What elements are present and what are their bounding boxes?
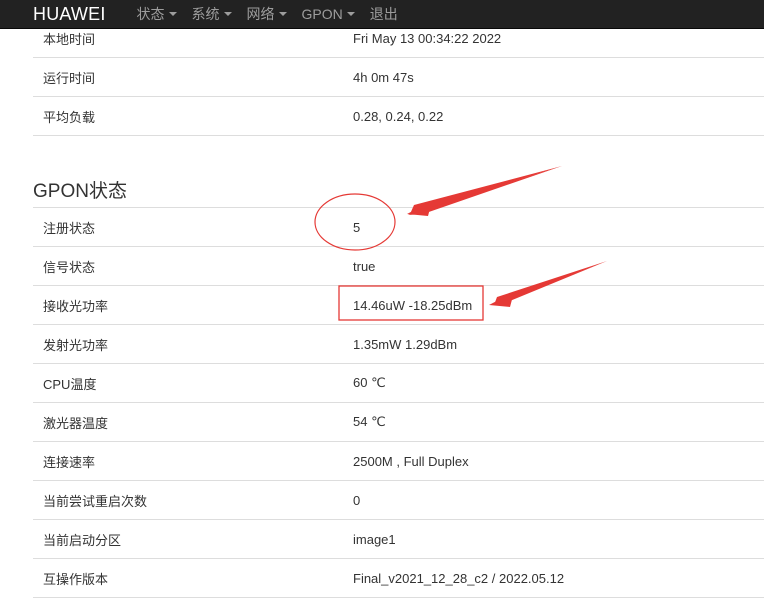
- row-value: 54 ℃: [353, 414, 386, 429]
- row-label: 当前启动分区: [43, 532, 122, 548]
- row-label: 激光器温度: [43, 415, 109, 431]
- gpon-section-title: GPON状态: [33, 181, 127, 202]
- row-label: 连接速率: [43, 454, 96, 470]
- table-row: 当前尝试重启次数 0: [33, 481, 764, 520]
- row-label: 当前尝试重启次数: [43, 493, 148, 509]
- row-label: 本地时间: [43, 31, 96, 47]
- caret-down-icon: [278, 12, 287, 16]
- caret-down-icon: [223, 12, 232, 16]
- nav-item-label: 状态: [136, 6, 165, 22]
- page: HUAWEI 状态 系统 网络 GPON 退出 本地时间 Fri May 13 …: [0, 0, 764, 599]
- row-value: 14.46uW -18.25dBm: [353, 297, 473, 313]
- table-row: 运行时间 4h 0m 47s: [33, 58, 764, 97]
- nav-item-label: 网络: [246, 6, 275, 22]
- row-label: 发射光功率: [43, 337, 109, 353]
- row-value: 60 ℃: [353, 375, 386, 390]
- brand-logo[interactable]: HUAWEI: [33, 4, 106, 25]
- table-row: 平均负载 0.28, 0.24, 0.22: [33, 97, 764, 136]
- row-label: 互操作版本: [43, 571, 109, 587]
- table-row: 信号状态 true: [33, 247, 764, 286]
- row-value: Fri May 13 00:34:22 2022: [353, 30, 502, 46]
- nav-item-system[interactable]: 系统: [192, 4, 232, 24]
- row-label: 注册状态: [43, 220, 96, 236]
- row-value: true: [353, 258, 376, 274]
- row-label: 信号状态: [43, 259, 96, 275]
- nav-item-status[interactable]: 状态: [137, 4, 177, 24]
- row-value: 0.28, 0.24, 0.22: [353, 108, 444, 124]
- table-row: 当前启动分区 image1: [33, 520, 764, 559]
- row-value: 1.35mW 1.29dBm: [353, 336, 458, 352]
- table-row: 注册状态 5: [33, 207, 764, 247]
- table-row: 接收光功率 14.46uW -18.25dBm: [33, 286, 764, 325]
- row-label: 平均负载: [43, 109, 96, 125]
- table-row: CPU温度 60 ℃: [33, 364, 764, 403]
- table-row: 激光器温度 54 ℃: [33, 403, 764, 442]
- row-value: image1: [353, 531, 396, 547]
- nav-item-network[interactable]: 网络: [247, 4, 287, 24]
- caret-down-icon: [168, 12, 177, 16]
- system-status-table: 本地时间 Fri May 13 00:34:22 2022 运行时间 4h 0m…: [33, 19, 764, 136]
- row-value: 2500M , Full Duplex: [353, 453, 469, 469]
- table-row: 发射光功率 1.35mW 1.29dBm: [33, 325, 764, 364]
- row-label: 运行时间: [43, 70, 96, 86]
- table-row: 互操作版本 Final_v2021_12_28_c2 / 2022.05.12: [33, 559, 764, 598]
- nav-item-label: GPON: [301, 6, 343, 22]
- nav-item-gpon[interactable]: GPON: [302, 4, 355, 24]
- row-value: Final_v2021_12_28_c2 / 2022.05.12: [353, 570, 565, 586]
- nav-item-label: 退出: [369, 6, 398, 22]
- nav-menu: 状态 系统 网络 GPON 退出: [137, 4, 413, 24]
- gpon-status-table: 注册状态 5 信号状态 true 接收光功率 14.46uW -18.25dBm…: [33, 207, 764, 598]
- table-row: 连接速率 2500M , Full Duplex: [33, 442, 764, 481]
- row-label: CPU温度: [43, 376, 97, 392]
- nav-item-label: 系统: [191, 6, 220, 22]
- top-navbar: HUAWEI 状态 系统 网络 GPON 退出: [0, 0, 764, 29]
- row-value: 5: [353, 219, 361, 235]
- row-value: 4h 0m 47s: [353, 69, 414, 85]
- row-value: 0: [353, 492, 361, 508]
- caret-down-icon: [346, 12, 355, 16]
- row-label: 接收光功率: [43, 298, 109, 314]
- nav-item-logout[interactable]: 退出: [370, 4, 398, 24]
